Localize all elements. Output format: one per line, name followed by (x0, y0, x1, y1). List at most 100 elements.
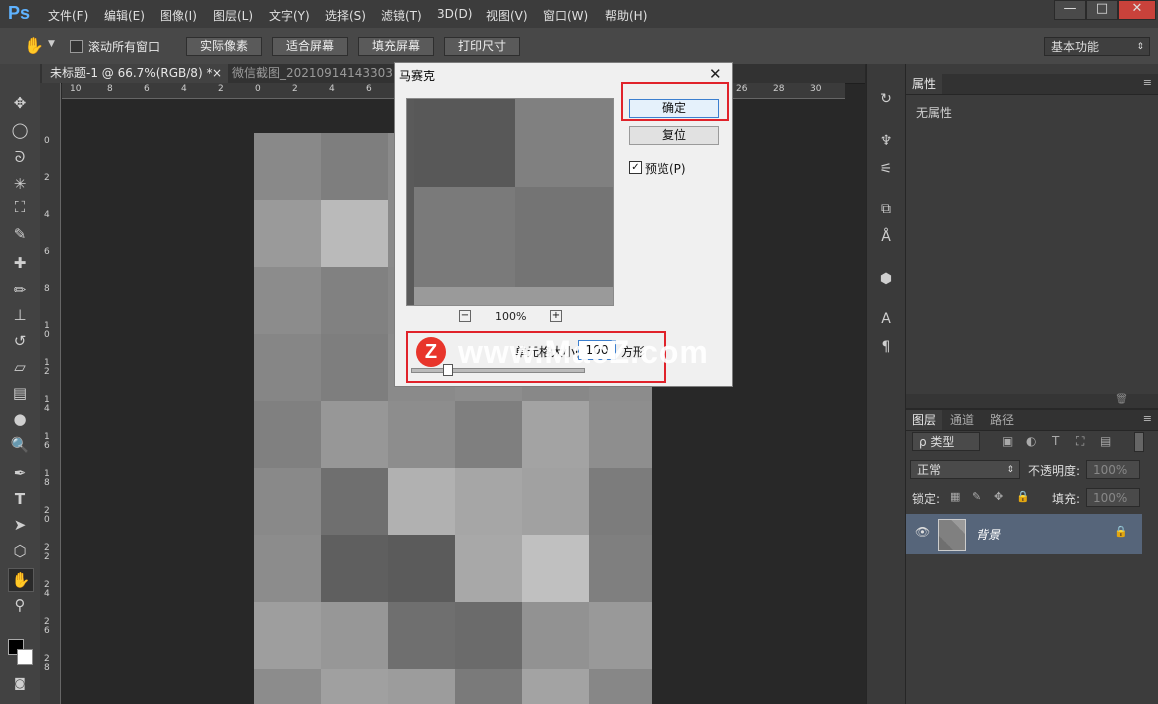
zoom-out-icon[interactable]: − (459, 310, 471, 322)
filter-type-icon[interactable]: T (1052, 434, 1059, 448)
path-selection-tool-icon[interactable]: ➤ (8, 514, 32, 536)
layer-filter-select[interactable]: ρ 类型 (912, 432, 980, 451)
ruler-v-label: 1 4 (44, 395, 50, 414)
properties-header: 属性 ≡ (906, 74, 1158, 95)
layers-panel: 图层 通道 路径 ≡ ρ 类型 ▣ ◐ T ⛶ ▤ 正常 ⇕ 不透明度: 100… (906, 410, 1158, 704)
quick-mask-icon[interactable]: ◙ (8, 672, 32, 694)
blend-mode-select[interactable]: 正常 ⇕ (910, 460, 1020, 479)
ruler-h-label: 0 (255, 84, 261, 94)
reset-button[interactable]: 复位 (629, 126, 719, 145)
filter-toggle[interactable] (1134, 432, 1144, 452)
clone-stamp-tool-icon[interactable]: ⊥ (8, 304, 32, 326)
filter-adjustment-icon[interactable]: ◐ (1026, 434, 1036, 448)
lock-label: 锁定: (912, 492, 941, 506)
zoom-tool-icon[interactable]: ⚲ (8, 594, 32, 616)
history-brush-tool-icon[interactable]: ↺ (8, 330, 32, 352)
adjustments-icon[interactable]: ⚟ (875, 158, 897, 180)
tab-screenshot[interactable]: 微信截图_20210914143303.p (224, 64, 404, 83)
lock-transparent-icon[interactable]: ▦ (950, 490, 960, 503)
menu-edit[interactable]: 编辑(E) (104, 7, 145, 24)
menu-view[interactable]: 视图(V) (486, 7, 528, 24)
close-window-button[interactable]: ✕ (1118, 0, 1156, 20)
paragraph-icon[interactable]: ¶ (875, 336, 897, 358)
menu-filter[interactable]: 滤镜(T) (381, 7, 422, 24)
visibility-eye-icon[interactable]: 👁 (915, 525, 930, 539)
brush-tool-icon[interactable]: ✏ (8, 279, 32, 301)
mosaic-cell (522, 535, 589, 602)
ruler-h-label: 6 (366, 84, 372, 94)
history-icon[interactable]: ↻ (875, 88, 897, 110)
mosaic-cell (254, 401, 321, 468)
tab-untitled[interactable]: 未标题-1 @ 66.7%(RGB/8) * × (42, 64, 228, 83)
blur-tool-icon[interactable]: ● (8, 408, 32, 430)
type-tool-icon[interactable]: T (8, 488, 32, 510)
zoom-in-icon[interactable]: + (550, 310, 562, 322)
3d-icon[interactable]: ⬢ (875, 268, 897, 290)
chevron-updown-icon: ⇕ (1006, 465, 1014, 475)
minimize-button[interactable]: — (1054, 0, 1086, 20)
ruler-h-label: 26 (736, 84, 748, 94)
trash-icon[interactable]: 🗑 (1115, 394, 1128, 405)
opacity-input[interactable]: 100% (1086, 460, 1140, 479)
lasso-tool-icon[interactable]: ᘐ (8, 146, 32, 168)
background-color-swatch[interactable] (17, 649, 33, 665)
lock-pixels-icon[interactable]: ✎ (972, 490, 981, 503)
menu-file[interactable]: 文件(F) (48, 7, 88, 24)
maximize-button[interactable]: □ (1086, 0, 1118, 20)
menu-select[interactable]: 选择(S) (325, 7, 366, 24)
fit-screen-button[interactable]: 适合屏幕 (272, 37, 348, 56)
menu-window[interactable]: 窗口(W) (543, 7, 588, 24)
hand-icon[interactable]: ✋ (24, 36, 44, 55)
tab-paths[interactable]: 路径 (984, 410, 1020, 430)
panel-menu-icon[interactable]: ≡ (1143, 76, 1152, 89)
workspace-select[interactable]: 基本功能 ⇕ (1044, 37, 1150, 56)
shape-tool-icon[interactable]: ⬡ (8, 540, 32, 562)
hand-tool-icon[interactable]: ✋ (8, 568, 34, 592)
menu-image[interactable]: 图像(I) (160, 7, 197, 24)
preview-cell (414, 287, 613, 305)
pen-tool-icon[interactable]: ✒ (8, 462, 32, 484)
mosaic-cell (254, 267, 321, 334)
print-size-button[interactable]: 打印尺寸 (444, 37, 520, 56)
tool-preset-dropdown-icon[interactable]: ▼ (48, 39, 55, 49)
close-tab-icon[interactable]: × (212, 64, 222, 83)
menu-layer[interactable]: 图层(L) (213, 7, 253, 24)
dodge-tool-icon[interactable]: 🔍 (8, 434, 32, 456)
magic-wand-tool-icon[interactable]: ✳ (8, 173, 32, 195)
fill-screen-button[interactable]: 填充屏幕 (358, 37, 434, 56)
fill-input[interactable]: 100% (1086, 488, 1140, 507)
menu-type[interactable]: 文字(Y) (269, 7, 310, 24)
workspace-label: 基本功能 (1051, 40, 1100, 54)
preview-checkbox[interactable]: ✓ (629, 161, 642, 174)
crop-tool-icon[interactable]: ⛶ (8, 196, 32, 218)
eraser-tool-icon[interactable]: ▱ (8, 356, 32, 378)
layer-row-background[interactable]: 👁 背景 🔒 (906, 514, 1142, 554)
marquee-tool-icon[interactable]: ◯ (8, 119, 32, 141)
ruler-h-label: 2 (292, 84, 298, 94)
menu-3d[interactable]: 3D(D) (437, 7, 472, 21)
tab-channels[interactable]: 通道 (944, 410, 980, 430)
scroll-all-windows-checkbox[interactable] (70, 40, 83, 53)
tab-properties[interactable]: 属性 (906, 74, 943, 94)
character-icon[interactable]: A (875, 308, 897, 330)
character-styles-icon[interactable]: Å (875, 226, 897, 248)
layers-menu-icon[interactable]: ≡ (1143, 412, 1152, 425)
gradient-tool-icon[interactable]: ▤ (8, 382, 32, 404)
filter-image-icon[interactable]: ▣ (1002, 434, 1013, 448)
filter-preview[interactable] (406, 98, 614, 306)
brush-presets-icon[interactable]: ♆ (875, 130, 897, 152)
properties-empty-text: 无属性 (916, 106, 953, 120)
filter-shape-icon[interactable]: ⛶ (1076, 434, 1084, 449)
ruler-v-label: 6 (44, 247, 50, 257)
move-tool-icon[interactable]: ✥ (8, 92, 32, 114)
healing-brush-tool-icon[interactable]: ✚ (8, 252, 32, 274)
actual-pixels-button[interactable]: 实际像素 (186, 37, 262, 56)
clone-source-icon[interactable]: ⧉ (875, 198, 897, 220)
lock-position-icon[interactable]: ✥ (994, 490, 1003, 503)
dialog-close-icon[interactable]: ✕ (709, 65, 722, 83)
lock-all-icon[interactable]: 🔒 (1016, 490, 1030, 503)
tab-layers[interactable]: 图层 (906, 410, 943, 430)
filter-smart-icon[interactable]: ▤ (1100, 434, 1111, 448)
menu-help[interactable]: 帮助(H) (605, 7, 647, 24)
eyedropper-tool-icon[interactable]: ✎ (8, 223, 32, 245)
